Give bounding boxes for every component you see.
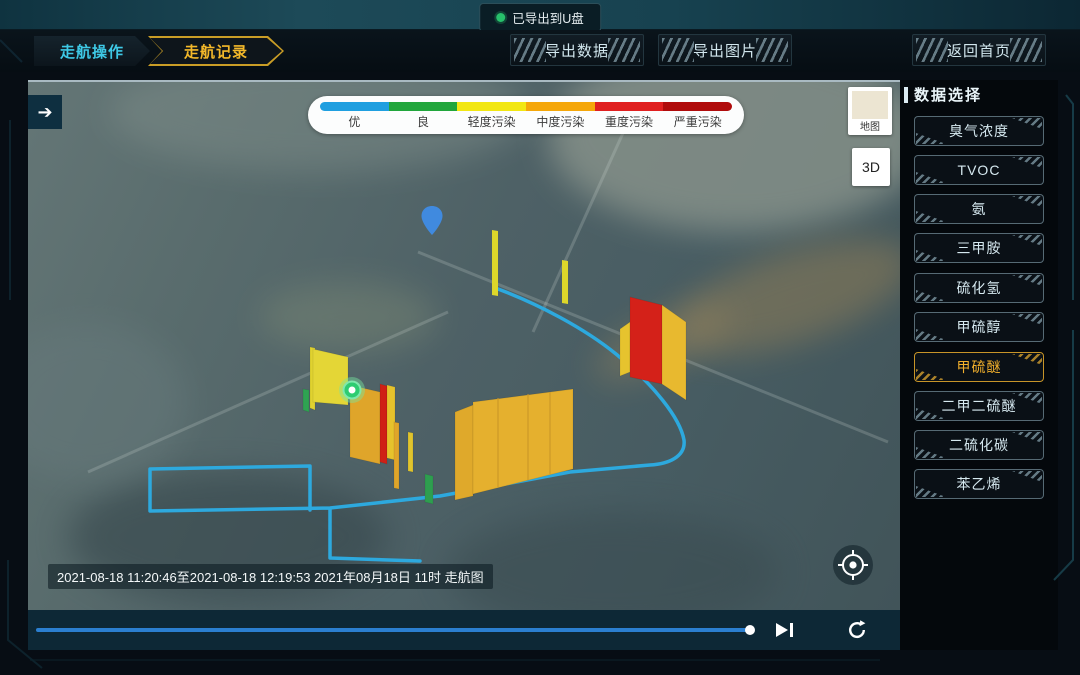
navbar: 走航操作 走航记录 导出数据 导出图片 返回首页: [0, 30, 1080, 72]
legend-segment: [663, 102, 732, 111]
app-root: 已导出到U盘 走航操作 走航记录 导出数据 导出图片 返回首页: [0, 0, 1080, 675]
pollution-wall-right: [620, 297, 686, 400]
legend-label: 严重污染: [663, 113, 732, 130]
back-home-button[interactable]: 返回首页: [912, 34, 1046, 66]
button-label: 导出数据: [545, 40, 609, 61]
item-label: 氨: [972, 199, 987, 219]
item-label: 甲硫醚: [957, 357, 1002, 377]
stripe-decoration: [1010, 38, 1042, 62]
legend-label: 重度污染: [595, 113, 664, 130]
replay-button[interactable]: [846, 619, 868, 641]
sidebar-item-carbon-disulfide[interactable]: 二硫化碳: [914, 430, 1044, 460]
stripe-decoration: [514, 38, 546, 62]
item-label: TVOC: [958, 162, 1001, 178]
skip-to-end-icon: [790, 623, 793, 637]
basemap-label: 地图: [848, 118, 892, 133]
progress-thumb[interactable]: [745, 625, 755, 635]
sidebar-item-styrene[interactable]: 苯乙烯: [914, 469, 1044, 499]
basemap-thumbnail: [852, 91, 888, 119]
playback-bar: [28, 610, 900, 650]
sidebar-item-methanethiol[interactable]: 甲硫醇: [914, 312, 1044, 342]
sidebar-item-dimethyl-disulfide[interactable]: 二甲二硫醚: [914, 391, 1044, 421]
toast-label: 已导出到U盘: [512, 8, 584, 27]
mode-3d-label: 3D: [862, 159, 880, 175]
current-position-marker: [339, 377, 365, 403]
progress-fill: [36, 628, 750, 632]
item-label: 苯乙烯: [957, 474, 1002, 494]
tab-label: 走航操作: [60, 41, 124, 62]
pollution-wall-middle: [455, 389, 573, 500]
check-circle-icon: [496, 13, 505, 22]
legend-label: 轻度污染: [457, 113, 526, 130]
route-timestamp: 2021-08-18 11:20:46至2021-08-18 12:19:53 …: [48, 564, 493, 589]
legend-segment: [457, 102, 526, 111]
route-line: [150, 289, 684, 561]
item-label: 三甲胺: [957, 238, 1002, 258]
export-data-button[interactable]: 导出数据: [510, 34, 644, 66]
sidebar-item-tvoc[interactable]: TVOC: [914, 155, 1044, 185]
stripe-decoration: [662, 38, 694, 62]
basemap-switch-button[interactable]: 地图: [848, 87, 892, 135]
stripe-decoration: [608, 38, 640, 62]
legend-segment: [595, 102, 664, 111]
map-3d-view[interactable]: ➔ 优 良 轻度污染 中度污染 重度污染 严重污染 地图: [28, 80, 900, 612]
legend-label: 优: [320, 113, 389, 130]
legend-segment: [389, 102, 458, 111]
tab-label: 走航记录: [184, 41, 248, 62]
legend-segment: [526, 102, 595, 111]
progress-track[interactable]: [36, 628, 772, 632]
item-label: 甲硫醇: [957, 317, 1002, 337]
title-accent-bar: [904, 87, 908, 103]
locate-button[interactable]: [833, 545, 873, 585]
sidebar-item-dimethyl-sulfide[interactable]: 甲硫醚: [914, 352, 1044, 382]
export-toast: 已导出到U盘: [479, 3, 601, 32]
aqi-legend-labels: 优 良 轻度污染 中度污染 重度污染 严重污染: [320, 113, 732, 130]
sidebar-item-hydrogen-sulfide[interactable]: 硫化氢: [914, 273, 1044, 303]
button-label: 导出图片: [693, 40, 757, 61]
data-select-panel: 数据选择 臭气浓度 TVOC 氨 三甲胺 硫化氢 甲硫醇 甲硫醚 二甲二硫醚 二…: [900, 80, 1058, 650]
stripe-decoration: [756, 38, 788, 62]
export-image-button[interactable]: 导出图片: [658, 34, 792, 66]
sidebar-item-trimethylamine[interactable]: 三甲胺: [914, 233, 1044, 263]
button-label: 返回首页: [947, 40, 1011, 61]
item-label: 二甲二硫醚: [942, 396, 1017, 416]
item-label: 硫化氢: [957, 278, 1002, 298]
panel-title: 数据选择: [904, 84, 982, 105]
legend-label: 良: [389, 113, 458, 130]
tab-navigation-record[interactable]: 走航记录: [148, 36, 284, 66]
skip-to-end-icon: [776, 623, 788, 637]
crosshair-icon: [836, 548, 870, 582]
pollution-wall-left: [303, 347, 433, 504]
collapse-panel-arrow-button[interactable]: ➔: [28, 95, 62, 129]
aqi-legend: 优 良 轻度污染 中度污染 重度污染 严重污染: [308, 96, 744, 134]
legend-label: 中度污染: [526, 113, 595, 130]
item-label: 臭气浓度: [949, 121, 1009, 141]
pollution-route-overlay: [28, 82, 900, 612]
legend-segment: [320, 102, 389, 111]
tab-navigation-operation[interactable]: 走航操作: [34, 36, 150, 66]
sidebar-item-odor[interactable]: 臭气浓度: [914, 116, 1044, 146]
skip-to-end-button[interactable]: [776, 621, 800, 639]
aqi-gradient-bar: [320, 102, 732, 111]
sidebar-item-ammonia[interactable]: 氨: [914, 194, 1044, 224]
map-pin-icon: [422, 206, 443, 235]
mode-3d-button[interactable]: 3D: [852, 148, 890, 186]
panel-title-label: 数据选择: [914, 84, 982, 105]
item-label: 二硫化碳: [949, 435, 1009, 455]
refresh-icon: [846, 619, 868, 641]
stripe-decoration: [916, 38, 948, 62]
